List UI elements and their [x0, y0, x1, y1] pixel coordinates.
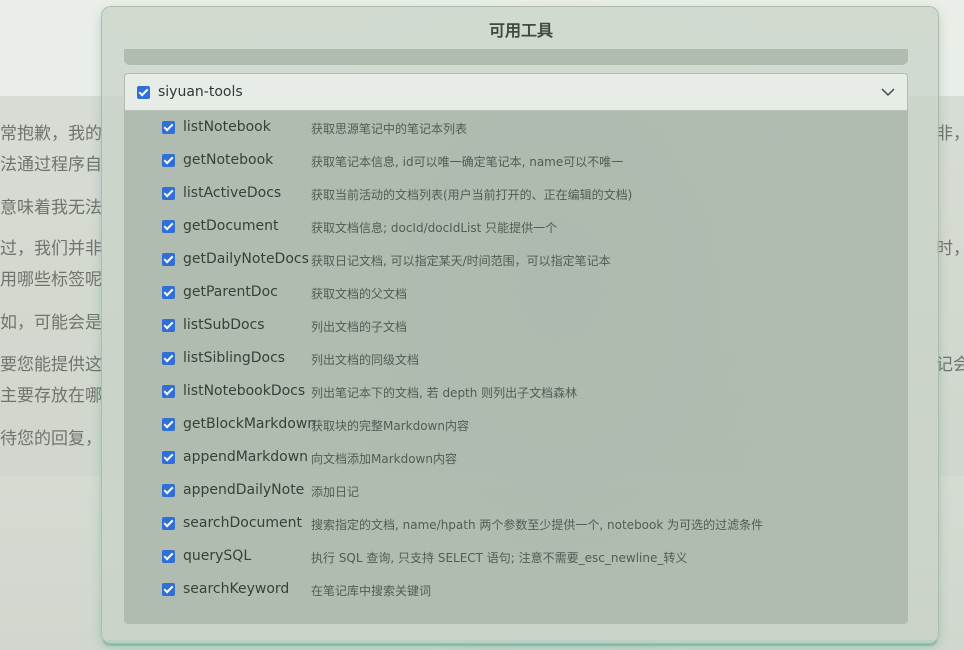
background-text-line: 如，可能会是	[0, 313, 102, 333]
tool-name: getBlockMarkdown	[183, 416, 317, 432]
tool-description: 列出文档的同级文档	[311, 353, 420, 367]
tool-row-get-document[interactable]: getDocument 获取文档信息; docId/docIdList 只能提供一…	[125, 210, 907, 243]
tool-name: appendDailyNote	[183, 482, 305, 498]
tool-checkbox[interactable]	[162, 121, 175, 134]
tool-row-get-daily-note-docs[interactable]: getDailyNoteDocs 获取日记文档, 可以指定某天/时间范围，可以指定…	[125, 243, 907, 276]
tool-checkbox[interactable]	[162, 220, 175, 233]
tool-row-search-keyword[interactable]: searchKeyword 在笔记库中搜索关键词	[125, 573, 907, 606]
tool-description: 获取文档的父文档	[311, 287, 408, 301]
tool-name: listSubDocs	[183, 317, 265, 333]
tool-checkbox[interactable]	[162, 517, 175, 530]
tool-group-siyuan-tools: siyuan-tools listNotebook 获取思源笔记中的笔记本列表 ge…	[124, 73, 908, 624]
background-text-line: 要您能提供这	[0, 355, 102, 375]
tool-row-get-notebook[interactable]: getNotebook 获取笔记本信息, id可以唯一确定笔记本, name可以不…	[125, 144, 907, 177]
tool-checkbox[interactable]	[162, 484, 175, 497]
tool-checkbox[interactable]	[162, 319, 175, 332]
background-text-line: 意味着我无法	[0, 198, 102, 218]
tool-description: 在笔记库中搜索关键词	[311, 584, 432, 598]
background-text-line: 过，我们并非	[0, 239, 102, 259]
tool-row-list-active-docs[interactable]: listActiveDocs 获取当前活动的文档列表(用户当前打开的、正在编辑的文…	[125, 177, 907, 210]
tool-description: 添加日记	[311, 485, 360, 499]
tool-checkbox[interactable]	[162, 385, 175, 398]
background-text-line: 非，	[936, 124, 964, 144]
tool-description: 获取日记文档, 可以指定某天/时间范围，可以指定笔记本	[311, 254, 611, 268]
background-text-line: 用哪些标签呢	[0, 270, 102, 290]
tool-description: 获取当前活动的文档列表(用户当前打开的、正在编辑的文档)	[311, 188, 633, 202]
tool-checkbox[interactable]	[162, 550, 175, 563]
background-text-line: 主要存放在哪	[0, 386, 102, 406]
tool-description: 获取块的完整Markdown内容	[311, 419, 469, 433]
tool-description: 列出笔记本下的文档, 若 depth 则列出子文档森林	[311, 386, 578, 400]
tool-name: getDocument	[183, 218, 279, 234]
tool-row-list-sibling-docs[interactable]: listSiblingDocs 列出文档的同级文档	[125, 342, 907, 375]
background-text-line: 常抱歉，我的	[0, 124, 102, 144]
tool-checkbox[interactable]	[162, 154, 175, 167]
dialog-title: 可用工具	[488, 21, 553, 40]
tool-checkbox[interactable]	[162, 451, 175, 464]
tool-description: 向文档添加Markdown内容	[311, 452, 457, 466]
tool-description: 列出文档的子文档	[311, 320, 408, 334]
available-tools-dialog: 可用工具 siyuan-tools listNotebook 获取思源笔记中的笔记…	[101, 6, 939, 644]
chevron-down-icon[interactable]	[881, 85, 895, 99]
tool-description: 搜索指定的文档, name/hpath 两个参数至少提供一个, notebook…	[311, 518, 764, 532]
tool-row-get-parent-doc[interactable]: getParentDoc 获取文档的父文档	[125, 276, 907, 309]
tool-checkbox[interactable]	[162, 583, 175, 596]
tool-row-get-block-markdown[interactable]: getBlockMarkdown 获取块的完整Markdown内容	[125, 408, 907, 441]
tool-description: 获取文档信息; docId/docIdList 只能提供一个	[311, 221, 558, 235]
tool-name: searchKeyword	[183, 581, 290, 597]
previous-group-collapsed[interactable]	[124, 49, 908, 65]
tool-group-header[interactable]: siyuan-tools	[125, 74, 907, 111]
tool-checkbox[interactable]	[162, 253, 175, 266]
tool-name: appendMarkdown	[183, 449, 309, 465]
tool-name: querySQL	[183, 548, 252, 564]
tool-description: 执行 SQL 查询, 只支持 SELECT 语句; 注意不需要_esc_newl…	[311, 551, 688, 565]
tool-row-append-daily-note[interactable]: appendDailyNote 添加日记	[125, 474, 907, 507]
tool-checkbox[interactable]	[162, 352, 175, 365]
tool-row-search-document[interactable]: searchDocument 搜索指定的文档, name/hpath 两个参数至少…	[125, 507, 907, 540]
tool-name: listNotebook	[183, 119, 271, 135]
group-name: siyuan-tools	[158, 84, 243, 100]
tool-row-list-notebook-docs[interactable]: listNotebookDocs 列出笔记本下的文档, 若 depth 则列出子文…	[125, 375, 907, 408]
background-text-line: 时，	[936, 239, 964, 259]
tool-description: 获取笔记本信息, id可以唯一确定笔记本, name可以不唯一	[311, 155, 624, 169]
tool-name: getParentDoc	[183, 284, 278, 300]
tool-row-list-sub-docs[interactable]: listSubDocs 列出文档的子文档	[125, 309, 907, 342]
tool-description: 获取思源笔记中的笔记本列表	[311, 122, 468, 136]
tool-name: listNotebookDocs	[183, 383, 306, 399]
tool-row-append-markdown[interactable]: appendMarkdown 向文档添加Markdown内容	[125, 441, 907, 474]
group-checkbox[interactable]	[137, 86, 150, 99]
tool-row-query-sql[interactable]: querySQL 执行 SQL 查询, 只支持 SELECT 语句; 注意不需要_…	[125, 540, 907, 573]
tool-name: listActiveDocs	[183, 185, 282, 201]
tool-name: getDailyNoteDocs	[183, 251, 309, 267]
background-text-line: 记会	[936, 355, 964, 375]
tool-checkbox[interactable]	[162, 187, 175, 200]
tool-name: getNotebook	[183, 152, 274, 168]
tool-name: searchDocument	[183, 515, 303, 531]
background-text-line: 法通过程序自	[0, 155, 102, 175]
tool-name: listSiblingDocs	[183, 350, 286, 366]
tool-checkbox[interactable]	[162, 418, 175, 431]
background-text-line: 待您的回复，	[0, 429, 102, 449]
tool-checkbox[interactable]	[162, 286, 175, 299]
tool-row-list-notebook[interactable]: listNotebook 获取思源笔记中的笔记本列表	[125, 111, 907, 144]
